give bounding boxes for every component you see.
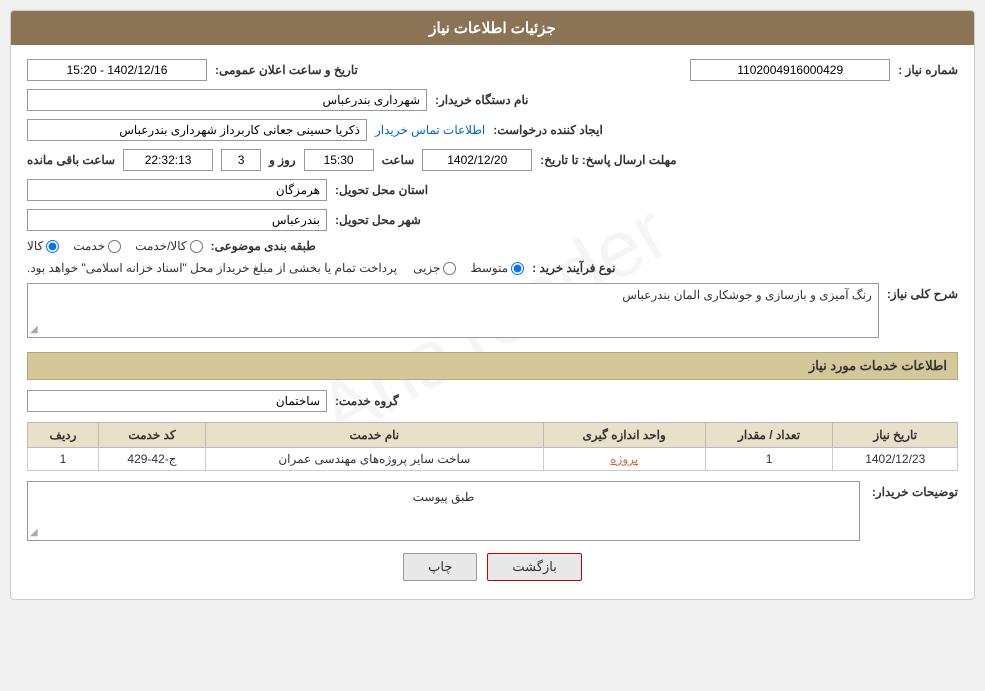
mohlat-row: مهلت ارسال پاسخ: تا تاریخ: ساعت روز و سا…: [27, 145, 958, 175]
radio-motasat[interactable]: [511, 262, 524, 275]
main-card: جزئیات اطلاعات نیاز AnaTender شماره نیاز…: [10, 10, 975, 600]
radio-kala-label[interactable]: کالا: [27, 239, 59, 253]
mohlat-rooz-label: روز و: [269, 153, 296, 167]
table-row: 1402/12/23 1 پروژه ساخت سایر پروژه‌های م…: [28, 448, 958, 471]
back-button[interactable]: بازگشت: [487, 553, 581, 581]
shahr-row: شهر محل تحویل:: [27, 205, 958, 235]
tamaas-khardar-link[interactable]: اطلاعات تماس خریدار: [375, 123, 485, 137]
col-radif: ردیف: [28, 423, 99, 448]
grohe-label: گروه خدمت:: [335, 394, 399, 408]
cell-vahed: پروژه: [543, 448, 705, 471]
ijad-konande-label: ایجاد کننده درخواست:: [493, 123, 603, 137]
grohe-row: گروه خدمت:: [27, 386, 958, 416]
col-tarikh: تاریخ نیاز: [833, 423, 958, 448]
cell-name: ساخت سایر پروژه‌های مهندسی عمران: [205, 448, 543, 471]
shahr-label: شهر محل تحویل:: [335, 213, 421, 227]
print-button[interactable]: چاپ: [403, 553, 477, 581]
radio-jozi[interactable]: [443, 262, 456, 275]
page-title: جزئیات اطلاعات نیاز: [11, 11, 974, 45]
cell-radif: 1: [28, 448, 99, 471]
page-wrapper: جزئیات اطلاعات نیاز AnaTender شماره نیاز…: [0, 0, 985, 691]
resize-icon: ◢: [30, 324, 38, 335]
mohlat-saat-label: ساعت: [382, 153, 415, 167]
radio-kala-khedmat-label[interactable]: کالا/خدمت: [135, 239, 202, 253]
col-name: نام خدمت: [205, 423, 543, 448]
farayand-desc: پرداخت تمام یا بخشی از مبلغ خریداز محل "…: [27, 261, 397, 275]
tarikh-elaan-label: تاریخ و ساعت اعلان عمومی:: [215, 63, 358, 77]
buyer-notes-row: توضیحات خریدار: طبق پیوست ◢: [27, 481, 958, 541]
mohlat-remaining-label: ساعت باقی مانده: [27, 153, 115, 167]
tabaqebandi-row: طبقه بندی موضوعی: کالا/خدمت خدمت کالا: [27, 235, 958, 257]
mohlat-saat-input[interactable]: [304, 149, 374, 171]
ijad-konande-row: ایجاد کننده درخواست: اطلاعات تماس خریدار: [27, 115, 958, 145]
grohe-input[interactable]: [27, 390, 327, 412]
noe-farayand-label: نوع فرآیند خرید :: [532, 261, 615, 275]
tabaqebandi-label: طبقه بندی موضوعی:: [211, 239, 316, 253]
tarikh-elaan-input[interactable]: [27, 59, 207, 81]
buyer-notes-box: طبق پیوست ◢: [27, 481, 860, 541]
tazih-value: طبق پیوست: [34, 486, 853, 504]
cell-tedad: 1: [705, 448, 833, 471]
mohlat-label: مهلت ارسال پاسخ: تا تاریخ:: [540, 153, 676, 167]
content: شماره نیاز : تاریخ و ساعت اعلان عمومی: ن…: [27, 55, 958, 589]
col-kod: کد خدمت: [99, 423, 206, 448]
button-row: بازگشت چاپ: [27, 541, 958, 589]
sharh-value: رنگ آمیزی و بازسازی و جوشکاری المان بندر…: [622, 288, 872, 302]
shomare-niaz-label: شماره نیاز :: [898, 63, 958, 77]
nam-dastgah-label: نام دستگاه خریدار:: [435, 93, 529, 107]
radio-kala[interactable]: [46, 240, 59, 253]
services-table: تاریخ نیاز تعداد / مقدار واحد اندازه گیر…: [27, 422, 958, 471]
farayand-radio-group: متوسط جزیی: [413, 261, 524, 275]
ostan-input[interactable]: [27, 179, 327, 201]
card-body: AnaTender شماره نیاز : تاریخ و ساعت اعلا…: [11, 45, 974, 599]
tazih-label: توضیحات خریدار:: [868, 481, 958, 499]
col-vahed: واحد اندازه گیری: [543, 423, 705, 448]
shomare-niaz-input[interactable]: [690, 59, 890, 81]
cell-tarikh: 1402/12/23: [833, 448, 958, 471]
ijad-konande-input[interactable]: [27, 119, 367, 141]
nam-dastgah-row: نام دستگاه خریدار:: [27, 85, 958, 115]
col-tedad: تعداد / مقدار: [705, 423, 833, 448]
radio-motasat-label[interactable]: متوسط: [470, 261, 524, 275]
nam-dastgah-input[interactable]: [27, 89, 427, 111]
resize-icon-notes: ◢: [30, 527, 38, 538]
radio-kala-khedmat[interactable]: [190, 240, 203, 253]
sharh-row: شرح کلی نیاز: رنگ آمیزی و بازسازی و جوشک…: [27, 279, 958, 342]
radio-khedmat[interactable]: [108, 240, 121, 253]
khadamat-section-header: اطلاعات خدمات مورد نیاز: [27, 352, 958, 380]
mohlat-remaining-input[interactable]: [123, 149, 213, 171]
noe-farayand-row: نوع فرآیند خرید : متوسط جزیی پرداخت تمام…: [27, 257, 958, 279]
tabaqebandi-radio-group: کالا/خدمت خدمت کالا: [27, 239, 203, 253]
cell-kod: ج-42-429: [99, 448, 206, 471]
radio-jozi-label[interactable]: جزیی: [413, 261, 456, 275]
mohlat-date-input[interactable]: [422, 149, 532, 171]
shomare-row: شماره نیاز : تاریخ و ساعت اعلان عمومی:: [27, 55, 958, 85]
mohlat-rooz-input[interactable]: [221, 149, 261, 171]
shahr-input[interactable]: [27, 209, 327, 231]
ostan-label: استان محل تحویل:: [335, 183, 428, 197]
sharh-label: شرح کلی نیاز:: [887, 283, 958, 301]
ostan-row: استان محل تحویل:: [27, 175, 958, 205]
sharh-box: رنگ آمیزی و بازسازی و جوشکاری المان بندر…: [27, 283, 879, 338]
radio-khedmat-label[interactable]: خدمت: [73, 239, 121, 253]
